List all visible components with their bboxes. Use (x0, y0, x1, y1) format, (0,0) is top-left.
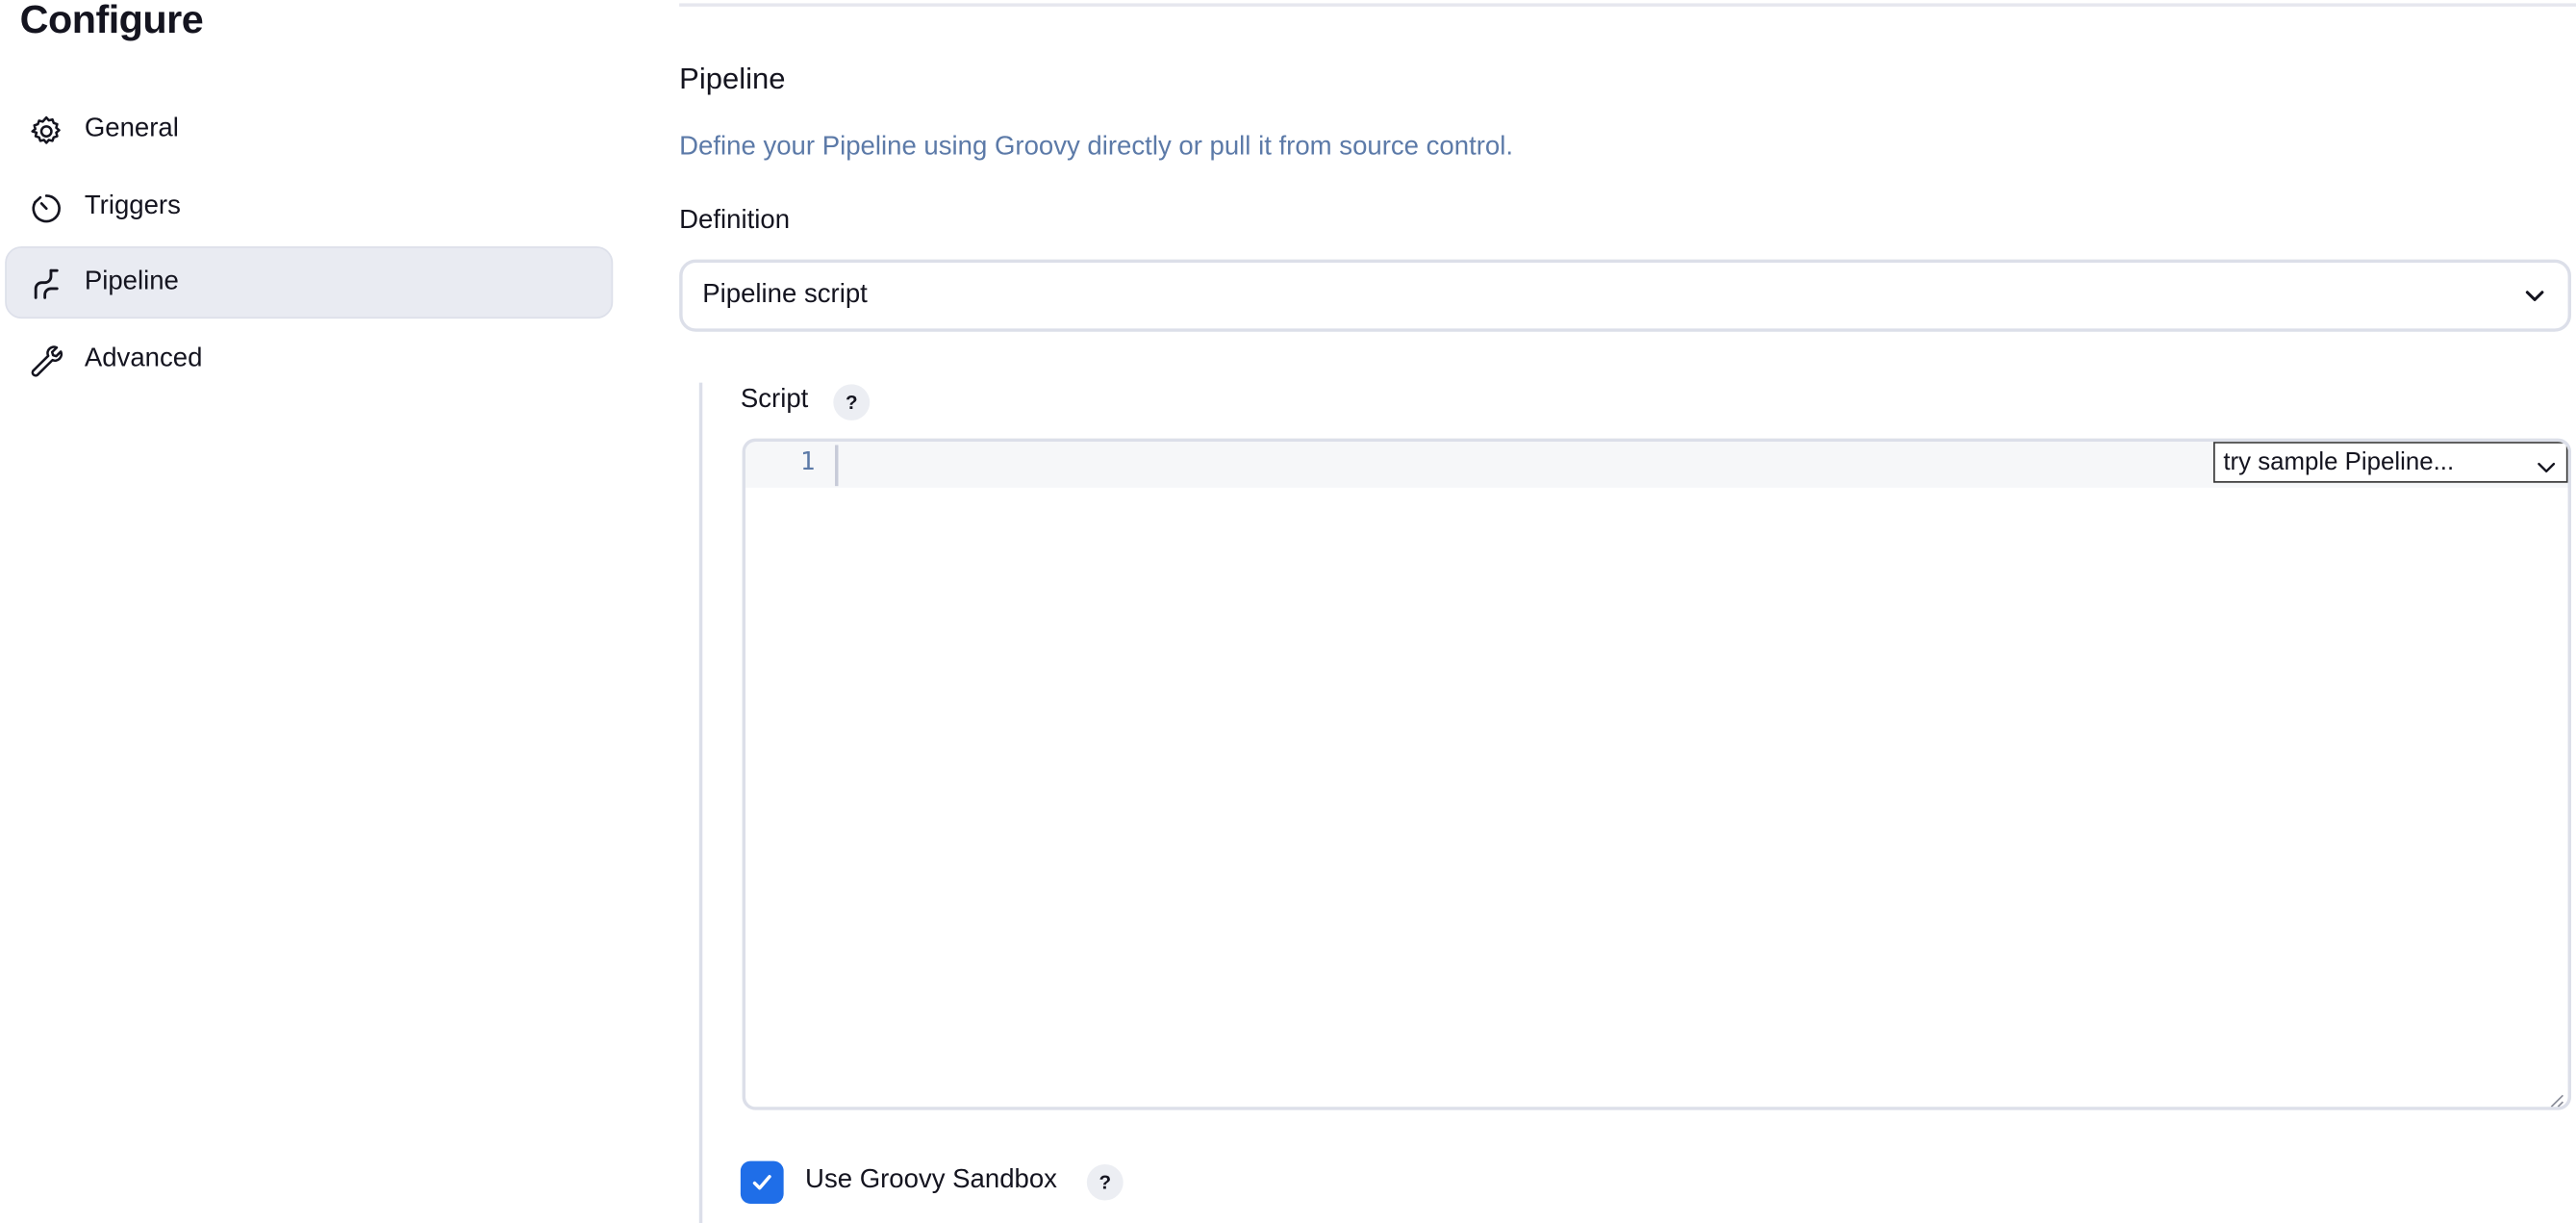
sidebar-item-label: Advanced (84, 344, 203, 373)
sidebar-item-label: Pipeline (84, 268, 179, 296)
nested-section-indicator (698, 382, 703, 1223)
chevron-down-icon (2521, 283, 2548, 309)
definition-select[interactable]: Pipeline script (679, 259, 2572, 332)
checkmark-icon (752, 1175, 771, 1190)
section-divider (679, 3, 2576, 7)
script-editor[interactable]: 1 try sample Pipeline... (742, 438, 2572, 1110)
resize-handle-icon[interactable] (2548, 1087, 2564, 1108)
sidebar-item-advanced[interactable]: Advanced (5, 323, 613, 395)
timer-icon (27, 189, 66, 228)
text-cursor (835, 445, 839, 487)
line-number: 1 (799, 446, 816, 476)
definition-selected-value: Pipeline script (702, 280, 868, 309)
pipeline-icon (27, 265, 66, 304)
sidebar-item-triggers[interactable]: Triggers (5, 170, 613, 242)
sample-pipeline-value: try sample Pipeline... (2223, 447, 2455, 476)
section-title: Pipeline (679, 62, 786, 95)
section-description: Define your Pipeline using Groovy direct… (679, 133, 1514, 162)
gear-icon (27, 112, 66, 151)
groovy-sandbox-label[interactable]: Use Groovy Sandbox (805, 1166, 1057, 1196)
sidebar-item-label: Triggers (84, 191, 181, 220)
script-help-button[interactable]: ? (833, 384, 871, 420)
configure-page: Configure General Triggers Pipeline Adva… (0, 0, 2576, 1223)
wrench-icon (27, 342, 66, 381)
sample-pipeline-select[interactable]: try sample Pipeline... (2212, 442, 2568, 483)
chevron-down-icon (2537, 455, 2557, 472)
page-title: Configure (19, 0, 204, 43)
sidebar-item-label: General (84, 115, 179, 143)
definition-label: Definition (679, 207, 791, 236)
sandbox-help-button[interactable]: ? (1086, 1163, 1124, 1201)
script-label: Script (740, 386, 809, 415)
groovy-sandbox-checkbox[interactable] (740, 1160, 784, 1204)
sidebar-item-general[interactable]: General (5, 93, 613, 166)
sidebar-item-pipeline[interactable]: Pipeline (5, 245, 614, 319)
